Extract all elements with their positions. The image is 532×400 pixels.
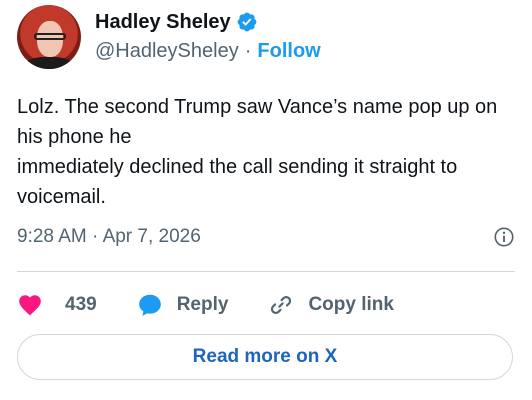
divider xyxy=(17,271,515,272)
copy-link-label: Copy link xyxy=(308,294,394,315)
tweet-meta: 9:28 AM · Apr 7, 2026 xyxy=(17,226,515,248)
handle-row: @HadleySheley · Follow xyxy=(95,37,321,65)
tweet-header: Hadley Sheley @HadleySheley · Follow xyxy=(17,5,321,69)
avatar-glasses xyxy=(34,33,66,40)
tweet-card: Hadley Sheley @HadleySheley · Follow Lol… xyxy=(0,0,532,400)
tweet-date: Apr 7, 2026 xyxy=(102,226,201,247)
action-bar: 439 Reply Copy link xyxy=(17,290,394,320)
author-handle[interactable]: @HadleySheley xyxy=(95,40,239,63)
reply-bubble-icon xyxy=(138,294,161,316)
reply-label: Reply xyxy=(176,294,229,315)
follow-button[interactable]: Follow xyxy=(257,40,320,63)
like-button[interactable]: 439 xyxy=(17,292,97,318)
timestamp[interactable]: 9:28 AM · Apr 7, 2026 xyxy=(17,226,201,248)
copy-link-button[interactable]: Copy link xyxy=(268,292,394,318)
avatar[interactable] xyxy=(17,5,81,69)
handle-separator: · xyxy=(244,39,252,62)
name-row: Hadley Sheley xyxy=(95,9,321,35)
link-icon xyxy=(271,295,292,315)
author-name[interactable]: Hadley Sheley xyxy=(95,11,231,34)
tweet-text: Lolz. The second Trump saw Vance’s name … xyxy=(17,96,498,208)
avatar-shirt xyxy=(25,57,73,69)
info-icon[interactable] xyxy=(493,226,515,248)
heart-icon xyxy=(19,295,41,316)
like-count: 439 xyxy=(65,294,97,315)
read-more-button[interactable]: Read more on X xyxy=(17,334,513,380)
tweet-time: 9:28 AM xyxy=(17,226,87,247)
verified-badge-icon xyxy=(237,12,257,32)
user-info: Hadley Sheley @HadleySheley · Follow xyxy=(95,9,321,65)
reply-button[interactable]: Reply xyxy=(137,292,229,318)
time-separator: · xyxy=(92,226,99,247)
